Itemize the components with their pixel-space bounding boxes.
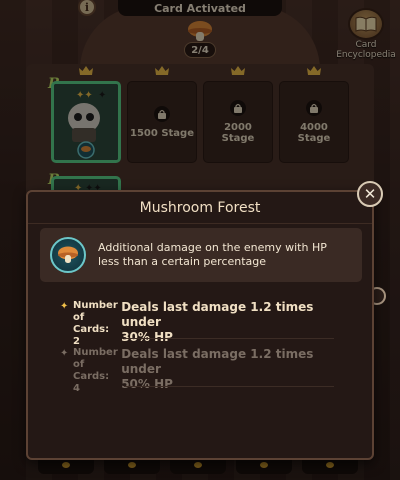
tier-effect-value: 50% HP xyxy=(121,377,173,391)
tier-row-4-cards: ✦ Number of Cards: 4 Deals last damage 1… xyxy=(60,347,340,395)
tier-effect-line: Deals last damage 1.2 times under xyxy=(121,347,314,376)
tier-card-count: Number of Cards: 2 xyxy=(72,300,118,347)
star-icon: ✦ xyxy=(60,301,69,312)
mushroom-set-icon xyxy=(50,237,86,273)
tier-row-2-cards: ✦ Number of Cards: 2 Deals last damage 1… xyxy=(60,300,340,348)
tier-effect: Deals last damage 1.2 times under 30% HP xyxy=(121,300,340,348)
close-icon: ✕ xyxy=(363,185,377,203)
tier-effect-value: 30% HP xyxy=(121,330,173,344)
tier-effect-line: Deals last damage 1.2 times under xyxy=(121,300,314,329)
divider xyxy=(124,386,334,387)
star-icon: ✦ xyxy=(60,348,69,359)
set-description: Additional damage on the enemy with HP l… xyxy=(98,241,327,268)
tier-card-count: Number of Cards: 4 xyxy=(72,347,118,394)
divider xyxy=(124,338,334,339)
close-button[interactable]: ✕ xyxy=(357,181,383,207)
tier-effect: Deals last damage 1.2 times under 50% HP xyxy=(121,347,340,395)
modal-title: Mushroom Forest xyxy=(28,192,372,224)
set-description-box: Additional damage on the enemy with HP l… xyxy=(40,228,362,282)
